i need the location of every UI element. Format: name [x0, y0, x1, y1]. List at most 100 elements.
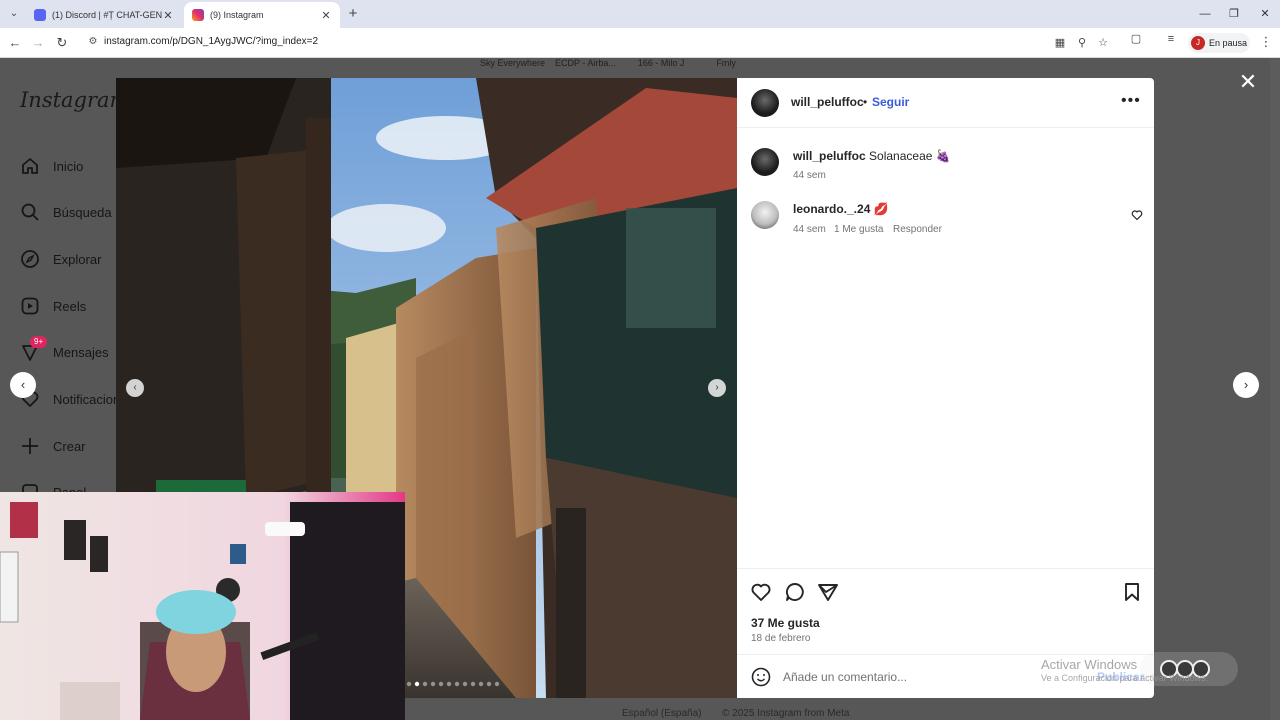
nav-item-busqueda[interactable]: Búsqueda: [20, 200, 112, 224]
carousel-dot: [470, 681, 476, 687]
url-text[interactable]: instagram.com/p/DGN_1AygJWC/?img_index=2: [104, 36, 318, 47]
emoji-icon[interactable]: [751, 667, 771, 687]
save-bookmark-icon[interactable]: [1121, 581, 1143, 603]
instagram-icon: [192, 9, 204, 21]
windows-activation-subtitle: Ve a Configuración para activar Windows.: [1041, 673, 1209, 683]
nav-label: Crear: [53, 438, 86, 454]
extensions-icon[interactable]: ▢: [1128, 31, 1144, 47]
webcam-overlay: [0, 492, 405, 720]
comment-input[interactable]: [783, 669, 1083, 685]
page-scrollbar[interactable]: [1270, 58, 1280, 720]
carousel-dot: [462, 681, 468, 687]
address-bar[interactable]: ⚙ instagram.com/p/DGN_1AygJWC/?img_index…: [80, 32, 1124, 54]
carousel-dot: [430, 681, 436, 687]
profile-avatar: J: [1191, 36, 1205, 50]
comment-like-icon[interactable]: [1131, 209, 1143, 221]
close-icon[interactable]: ✕: [320, 9, 332, 22]
compass-icon: [20, 249, 40, 269]
nav-item-crear[interactable]: Crear: [20, 434, 86, 458]
comment-time: 44 sem: [793, 170, 826, 181]
nav-label: Mensajes: [53, 344, 109, 360]
nav-label: Reels: [53, 298, 87, 314]
stories-row: Sky Everywhere ECDP - Airba... 166 - Mil…: [480, 58, 736, 68]
carousel-dot: [406, 681, 412, 687]
comment-username[interactable]: leonardo._.24: [793, 202, 870, 216]
media-controls-icon[interactable]: ≡: [1163, 31, 1179, 47]
close-modal-button[interactable]: ✕: [1238, 71, 1258, 93]
close-icon[interactable]: ✕: [162, 9, 174, 22]
comment-icon[interactable]: [784, 581, 806, 603]
tab-title: (9) Instagram: [210, 10, 264, 20]
carousel-next-icon[interactable]: ›: [708, 379, 726, 397]
search-icon: [20, 202, 40, 222]
divider: [737, 654, 1154, 655]
tab-instagram[interactable]: (9) Instagram ✕: [184, 2, 340, 28]
restore-button[interactable]: ❐: [1225, 5, 1243, 23]
carousel-prev-icon[interactable]: ‹: [126, 379, 144, 397]
nav-item-mensajes[interactable]: 9+ Mensajes: [20, 336, 109, 364]
tab-discord[interactable]: (1) Discord | #Ț CHAT-GENE ✕: [26, 2, 182, 28]
comment-author: leonardo._.24 💋: [793, 202, 889, 216]
share-icon[interactable]: [817, 581, 839, 603]
install-app-icon[interactable]: ▦: [1052, 35, 1068, 51]
windows-activation-title: Activar Windows: [1041, 657, 1138, 672]
story-label[interactable]: Fmly: [716, 58, 736, 68]
carousel-dot-active: [414, 681, 420, 687]
more-options-icon[interactable]: •••: [1121, 92, 1141, 110]
browser-tab-strip: ⌄ (1) Discord | #Ț CHAT-GENE ✕ (9) Inst…: [0, 0, 1280, 28]
new-tab-button[interactable]: +: [344, 5, 362, 23]
comment-avatar[interactable]: [751, 201, 779, 229]
carousel-dot: [454, 681, 460, 687]
heart-icon[interactable]: [750, 581, 772, 603]
carousel-dot: [446, 681, 452, 687]
nav-label: Búsqueda: [53, 204, 112, 220]
language-selector[interactable]: Español (España): [622, 708, 702, 719]
post-details-panel: will_peluffoc • Seguir ••• will_peluffoc…: [737, 78, 1154, 698]
comment-username[interactable]: will_peluffoc: [793, 149, 866, 163]
carousel-dot: [422, 681, 428, 687]
profile-button[interactable]: J En pausa: [1188, 33, 1250, 53]
separator-dot: •: [863, 95, 868, 109]
author-avatar[interactable]: [751, 89, 779, 117]
divider: [737, 568, 1154, 569]
forward-button[interactable]: →: [29, 34, 47, 52]
story-label[interactable]: 166 - Milo J: [638, 58, 685, 68]
nav-label: Notificaciones: [53, 391, 116, 407]
carousel-dot: [486, 681, 492, 687]
comment-time: 44 sem: [793, 224, 826, 235]
browser-toolbar: ← → ↻ ⚙ instagram.com/p/DGN_1AygJWC/?img…: [0, 28, 1280, 58]
minimize-button[interactable]: —: [1196, 5, 1214, 23]
post-date: 18 de febrero: [751, 633, 811, 644]
reply-button[interactable]: Responder: [893, 224, 942, 235]
reload-button[interactable]: ↻: [53, 34, 71, 52]
previous-post-button[interactable]: ‹: [10, 372, 36, 398]
nav-item-explorar[interactable]: Explorar: [20, 247, 101, 271]
tab-search-chevron-icon[interactable]: ⌄: [6, 6, 22, 22]
streamer-video: [0, 492, 405, 720]
next-post-button[interactable]: ›: [1233, 372, 1259, 398]
browser-menu-icon[interactable]: ⋮: [1258, 34, 1274, 52]
likes-count[interactable]: 37 Me gusta: [751, 616, 820, 630]
tab-title: (1) Discord | #Ț CHAT-GENE: [52, 10, 162, 20]
follow-button[interactable]: Seguir: [872, 95, 909, 109]
nav-item-inicio[interactable]: Inicio: [20, 154, 83, 178]
copyright-text: © 2025 Instagram from Meta: [722, 708, 850, 719]
reels-icon: [20, 296, 40, 316]
site-info-icon[interactable]: ⚙: [86, 35, 100, 49]
author-username[interactable]: will_peluffoc: [791, 95, 864, 109]
nav-item-reels[interactable]: Reels: [20, 294, 86, 318]
comment-text: Solanaceae: [869, 149, 933, 163]
home-icon: [20, 156, 40, 176]
grape-emoji: 🍇: [935, 149, 951, 163]
zoom-icon[interactable]: ⚲: [1074, 35, 1090, 51]
story-label[interactable]: ECDP - Airba...: [555, 58, 616, 68]
instagram-logo[interactable]: Instagram: [20, 88, 129, 112]
story-label[interactable]: Sky Everywhere: [480, 58, 545, 68]
back-button[interactable]: ←: [6, 34, 24, 52]
comment-likes[interactable]: 1 Me gusta: [834, 224, 883, 235]
window-close-button[interactable]: ✕: [1256, 5, 1274, 23]
nav-label: Explorar: [53, 251, 102, 267]
carousel-dot: [438, 681, 444, 687]
comment-avatar[interactable]: [751, 148, 779, 176]
bookmark-star-icon[interactable]: ☆: [1095, 35, 1111, 51]
